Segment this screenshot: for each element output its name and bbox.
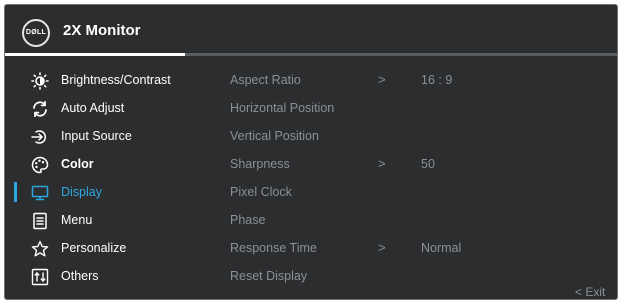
monitor-title: 2X Monitor bbox=[63, 22, 141, 39]
submenu-reset-display[interactable]: Reset Display bbox=[230, 269, 307, 283]
menu-label-others: Others bbox=[61, 269, 99, 283]
menu-label-personalize: Personalize bbox=[61, 241, 127, 255]
menu-label-color: Color bbox=[61, 157, 94, 171]
menu-row-display[interactable]: Display Pixel Clock bbox=[5, 178, 615, 206]
menu-row-personalize[interactable]: Personalize Response Time > Normal bbox=[5, 234, 615, 262]
menu-label-menu: Menu bbox=[61, 213, 93, 227]
submenu-horizontal-position[interactable]: Horizontal Position bbox=[230, 101, 334, 115]
input-source-icon bbox=[31, 128, 49, 146]
osd-header: DØLL 2X Monitor bbox=[5, 5, 617, 53]
selection-indicator bbox=[14, 182, 17, 202]
submenu-vertical-position[interactable]: Vertical Position bbox=[230, 129, 319, 143]
submenu-response-time[interactable]: Response Time bbox=[230, 241, 317, 255]
header-divider-active bbox=[5, 53, 185, 56]
others-icon bbox=[31, 268, 49, 286]
submenu-sharpness[interactable]: Sharpness bbox=[230, 157, 290, 171]
menu-label-auto-adjust: Auto Adjust bbox=[61, 101, 125, 115]
chevron-right-icon: > bbox=[378, 72, 386, 87]
value-aspect-ratio: 16 : 9 bbox=[421, 73, 453, 87]
value-response-time: Normal bbox=[421, 241, 462, 255]
brightness-icon bbox=[31, 72, 49, 90]
menu-row-brightness-contrast[interactable]: Brightness/Contrast Aspect Ratio > 16 : … bbox=[5, 66, 615, 94]
submenu-aspect-ratio[interactable]: Aspect Ratio bbox=[230, 73, 301, 87]
menu-label-input-source: Input Source bbox=[61, 129, 132, 143]
exit-button[interactable]: < Exit bbox=[575, 285, 605, 299]
chevron-right-icon: > bbox=[378, 156, 386, 171]
menu-row-auto-adjust[interactable]: Auto Adjust Horizontal Position bbox=[5, 94, 615, 122]
header-divider bbox=[185, 53, 617, 56]
chevron-right-icon: > bbox=[378, 240, 386, 255]
display-icon bbox=[31, 184, 49, 202]
star-icon bbox=[31, 240, 49, 258]
menu-row-color[interactable]: Color Sharpness > 50 bbox=[5, 150, 615, 178]
submenu-pixel-clock[interactable]: Pixel Clock bbox=[230, 185, 292, 199]
auto-adjust-icon bbox=[31, 100, 49, 118]
color-palette-icon bbox=[31, 156, 49, 174]
menu-label-brightness-contrast: Brightness/Contrast bbox=[61, 73, 171, 87]
menu-row-menu[interactable]: Menu Phase bbox=[5, 206, 615, 234]
menu-row-others[interactable]: Others Reset Display bbox=[5, 262, 615, 290]
submenu-phase[interactable]: Phase bbox=[230, 213, 265, 227]
menu-icon bbox=[31, 212, 49, 230]
menu-row-input-source[interactable]: Input Source Vertical Position bbox=[5, 122, 615, 150]
menu-label-display: Display bbox=[61, 185, 102, 199]
value-sharpness: 50 bbox=[421, 157, 435, 171]
osd-menu-panel: DØLL 2X Monitor Brightness/Contrast Aspe… bbox=[4, 4, 618, 300]
dell-logo: DØLL bbox=[22, 19, 50, 47]
